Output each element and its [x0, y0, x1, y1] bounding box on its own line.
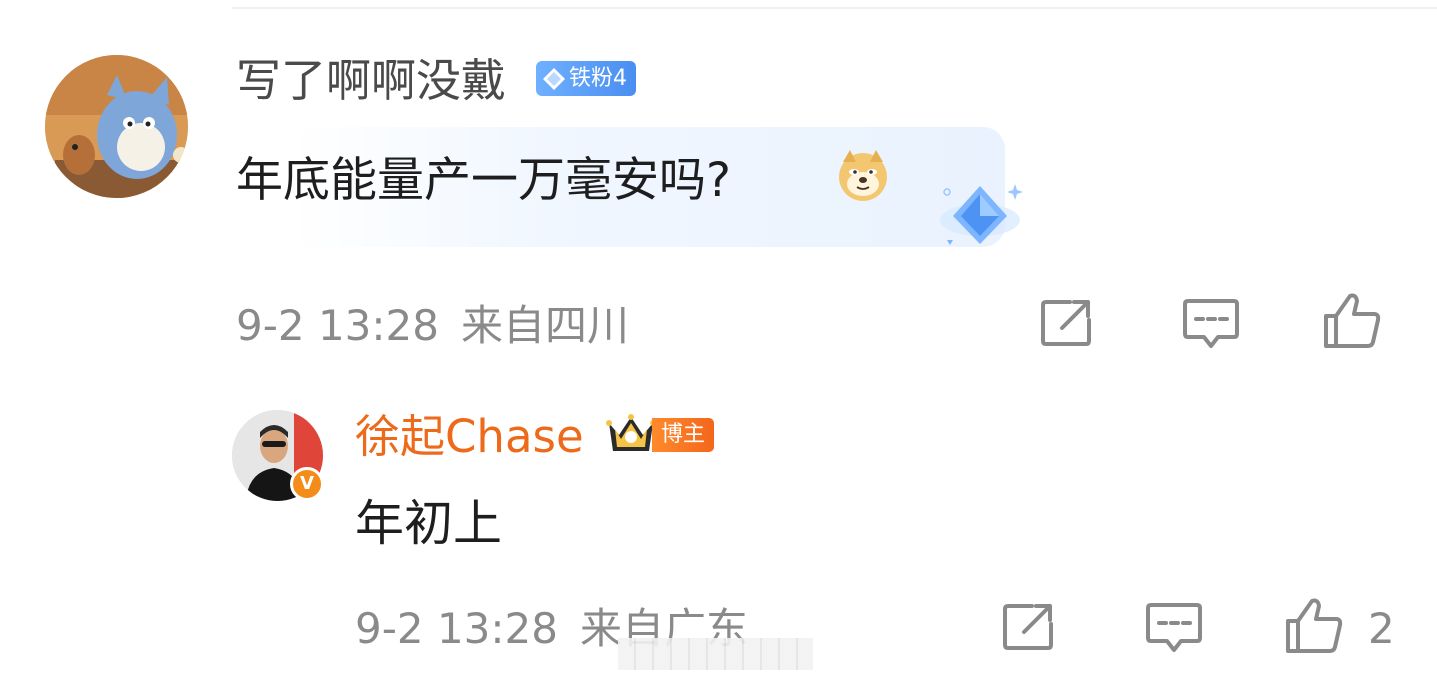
fan-badge-label: 铁粉4	[569, 66, 627, 91]
reply-username[interactable]: 徐起Chase	[355, 410, 584, 464]
watermark-overlay	[618, 638, 813, 670]
comment-icon[interactable]	[1145, 602, 1203, 654]
comment-text: 年底能量产一万毫安吗?	[236, 153, 731, 208]
comment-username[interactable]: 写了啊啊没戴	[236, 54, 506, 108]
comment-date: 9-2 13:28	[236, 301, 439, 350]
blogger-badge: 博主	[652, 418, 714, 452]
diamond-decoration-icon	[940, 184, 1023, 245]
verified-badge: V	[290, 467, 324, 501]
divider-line	[232, 7, 1437, 9]
crown-icon	[606, 414, 656, 451]
avatar[interactable]	[45, 55, 188, 198]
reply-text: 年初上	[355, 495, 503, 552]
comment-icon[interactable]	[1182, 298, 1240, 350]
like-icon[interactable]	[1322, 292, 1382, 350]
like-count: 2	[1368, 604, 1395, 653]
reply-date: 9-2 13:28	[355, 604, 558, 653]
doge-emoji-icon	[839, 150, 887, 201]
comment-location: 来自四川	[461, 301, 630, 350]
fan-badge[interactable]: 铁粉4	[536, 61, 636, 96]
cartoon-cat-avatar-image	[45, 55, 188, 198]
diamond-icon	[543, 67, 565, 90]
share-icon[interactable]	[1002, 602, 1057, 652]
like-icon[interactable]	[1284, 597, 1344, 655]
comment-meta: 9-2 13:28 来自四川	[236, 300, 629, 352]
share-icon[interactable]	[1040, 298, 1095, 348]
